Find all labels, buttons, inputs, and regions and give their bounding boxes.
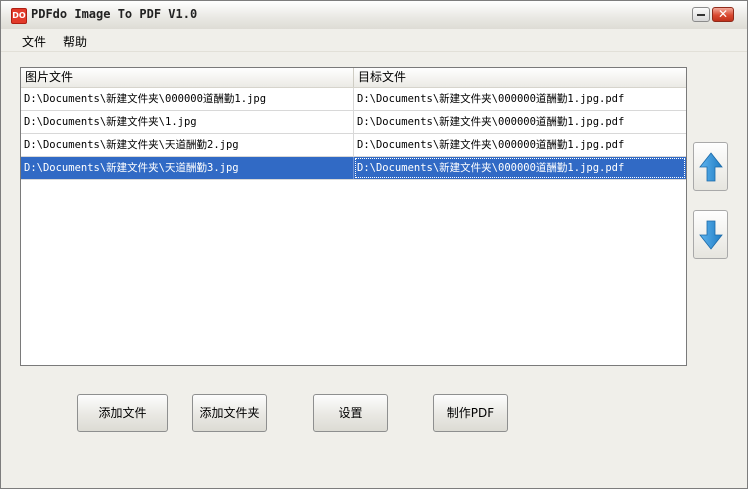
menu-file[interactable]: 文件 [22, 33, 46, 50]
move-down-button[interactable] [693, 210, 728, 259]
source-file-cell: D:\Documents\新建文件夹\天道酬勤2.jpg [21, 134, 354, 156]
arrow-down-icon [699, 220, 723, 250]
minimize-icon [697, 14, 705, 16]
source-file-cell: D:\Documents\新建文件夹\1.jpg [21, 111, 354, 133]
close-button[interactable]: ✕ [712, 7, 734, 22]
arrow-up-icon [699, 152, 723, 182]
window-title: PDFdo Image To PDF V1.0 [31, 7, 198, 21]
add-folder-button[interactable]: 添加文件夹 [192, 394, 267, 432]
table-row[interactable]: D:\Documents\新建文件夹\1.jpg D:\Documents\新建… [21, 111, 686, 134]
source-file-cell: D:\Documents\新建文件夹\天道酬勤3.jpg [21, 157, 354, 179]
target-file-cell: D:\Documents\新建文件夹\000000道酬勤1.jpg.pdf [357, 116, 625, 128]
settings-button[interactable]: 设置 [313, 394, 388, 432]
close-icon: ✕ [717, 7, 729, 21]
app-window: DO PDFdo Image To PDF V1.0 ✕ 文件 帮助 图片文件 … [0, 0, 748, 489]
column-header-target[interactable]: 目标文件 [354, 68, 686, 87]
file-list[interactable]: 图片文件 目标文件 D:\Documents\新建文件夹\000000道酬勤1.… [20, 67, 687, 366]
target-file-cell: D:\Documents\新建文件夹\000000道酬勤1.jpg.pdf [357, 139, 625, 151]
move-up-button[interactable] [693, 142, 728, 191]
app-logo: DO [11, 8, 27, 24]
menu-help[interactable]: 帮助 [63, 33, 87, 50]
title-bar[interactable]: DO PDFdo Image To PDF V1.0 ✕ [1, 1, 747, 29]
table-row[interactable]: D:\Documents\新建文件夹\000000道酬勤1.jpg D:\Doc… [21, 88, 686, 111]
add-file-button[interactable]: 添加文件 [77, 394, 168, 432]
table-row[interactable]: D:\Documents\新建文件夹\天道酬勤2.jpg D:\Document… [21, 134, 686, 157]
menu-bar: 文件 帮助 [1, 29, 747, 52]
source-file-cell: D:\Documents\新建文件夹\000000道酬勤1.jpg [21, 88, 354, 110]
table-row-selected[interactable]: D:\Documents\新建文件夹\天道酬勤3.jpg D:\Document… [21, 157, 686, 180]
minimize-button[interactable] [692, 7, 710, 22]
column-header-source[interactable]: 图片文件 [21, 68, 354, 87]
target-file-cell: D:\Documents\新建文件夹\000000道酬勤1.jpg.pdf [354, 157, 686, 179]
make-pdf-button[interactable]: 制作PDF [433, 394, 508, 432]
target-file-cell: D:\Documents\新建文件夹\000000道酬勤1.jpg.pdf [357, 93, 625, 105]
list-header: 图片文件 目标文件 [21, 68, 686, 88]
